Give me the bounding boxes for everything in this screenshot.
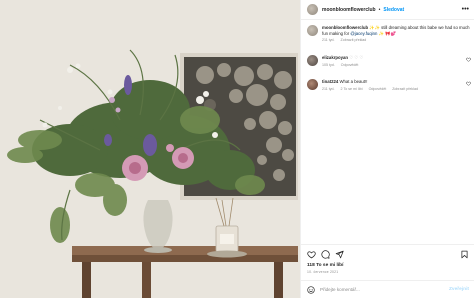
translate-link[interactable]: Zobrazit překlad [392, 87, 418, 91]
post-details-panel: moonbloomflowerclub • Sledovat ••• moonb… [300, 0, 474, 298]
comment-meta: 211 tyd. 2 To se mi líbí Odpovědět Zobra… [322, 87, 471, 91]
avatar[interactable] [307, 55, 318, 66]
avatar[interactable] [307, 79, 318, 90]
comment-message: ♡ ♡ ♡ [349, 55, 364, 60]
comment-item: tinat224 What a beaut!! 211 tyd. 2 To se… [307, 79, 471, 91]
comment-text: elizakrpoyan ♡ ♡ ♡ [322, 55, 471, 61]
likes-count[interactable]: 118 To se mi líbí [307, 263, 469, 268]
comment-time[interactable]: 105 tyd. [322, 63, 335, 67]
comment-icon[interactable] [321, 250, 330, 259]
reply-button[interactable]: Odpovědět [369, 87, 387, 91]
add-comment-bar: Zveřejnit [301, 280, 474, 298]
caption: moonbloomflowerclub ✨✨ still dreaming ab… [307, 25, 471, 42]
comment-like-icon[interactable] [466, 81, 471, 86]
caption-text: moonbloomflowerclub ✨✨ still dreaming ab… [322, 25, 471, 36]
post-image[interactable] [0, 0, 300, 298]
comment-body: tinat224 What a beaut!! 211 tyd. 2 To se… [322, 79, 471, 91]
post-comment-button[interactable]: Zveřejnit [449, 287, 469, 292]
caption-meta: 211 tyd. Zobrazit překlad [322, 38, 471, 42]
comment-username[interactable]: tinat224 [322, 79, 338, 84]
comment-time[interactable]: 211 tyd. [322, 87, 335, 91]
smiley-icon[interactable] [307, 285, 315, 294]
avatar[interactable] [307, 4, 318, 15]
comment-username[interactable]: elizakrpoyan [322, 55, 348, 60]
comment-input[interactable] [320, 287, 430, 292]
caption-time[interactable]: 211 tyd. [322, 38, 335, 42]
flower-arrangement-photo [0, 0, 300, 298]
comment-item: elizakrpoyan ♡ ♡ ♡ 105 tyd. Odpovědět [307, 55, 471, 67]
comment-text: tinat224 What a beaut!! [322, 79, 471, 85]
post-header: moonbloomflowerclub • Sledovat ••• [301, 0, 474, 20]
bookmark-icon[interactable] [460, 250, 469, 259]
translate-link[interactable]: Zobrazit překlad [341, 38, 367, 42]
comment-like-icon[interactable] [466, 57, 471, 62]
caption-suffix: ✨ 🎀💕 [377, 30, 396, 36]
post-date[interactable]: 10. července 2021 [307, 270, 469, 274]
caption-mention[interactable]: @jacey.fuqinn [350, 31, 377, 36]
comment-meta: 105 tyd. Odpovědět [322, 63, 471, 67]
separator-dot: • [378, 6, 381, 13]
heart-icon[interactable] [307, 250, 316, 259]
share-icon[interactable] [335, 250, 344, 259]
comment-body: elizakrpoyan ♡ ♡ ♡ 105 tyd. Odpovědět [322, 55, 471, 67]
reply-button[interactable]: Odpovědět [341, 63, 359, 67]
comment-likes[interactable]: 2 To se mi líbí [341, 87, 363, 91]
post-actions: 118 To se mi líbí 10. července 2021 [301, 244, 474, 274]
follow-button[interactable]: Sledovat [383, 7, 404, 13]
comment-message: What a beaut!! [339, 79, 368, 84]
action-bar [307, 249, 469, 260]
avatar[interactable] [307, 25, 318, 36]
more-options-icon[interactable]: ••• [462, 6, 469, 13]
post-author-username[interactable]: moonbloomflowerclub [322, 7, 376, 13]
caption-username[interactable]: moonbloomflowerclub [322, 25, 368, 30]
caption-body: moonbloomflowerclub ✨✨ still dreaming ab… [322, 25, 471, 42]
